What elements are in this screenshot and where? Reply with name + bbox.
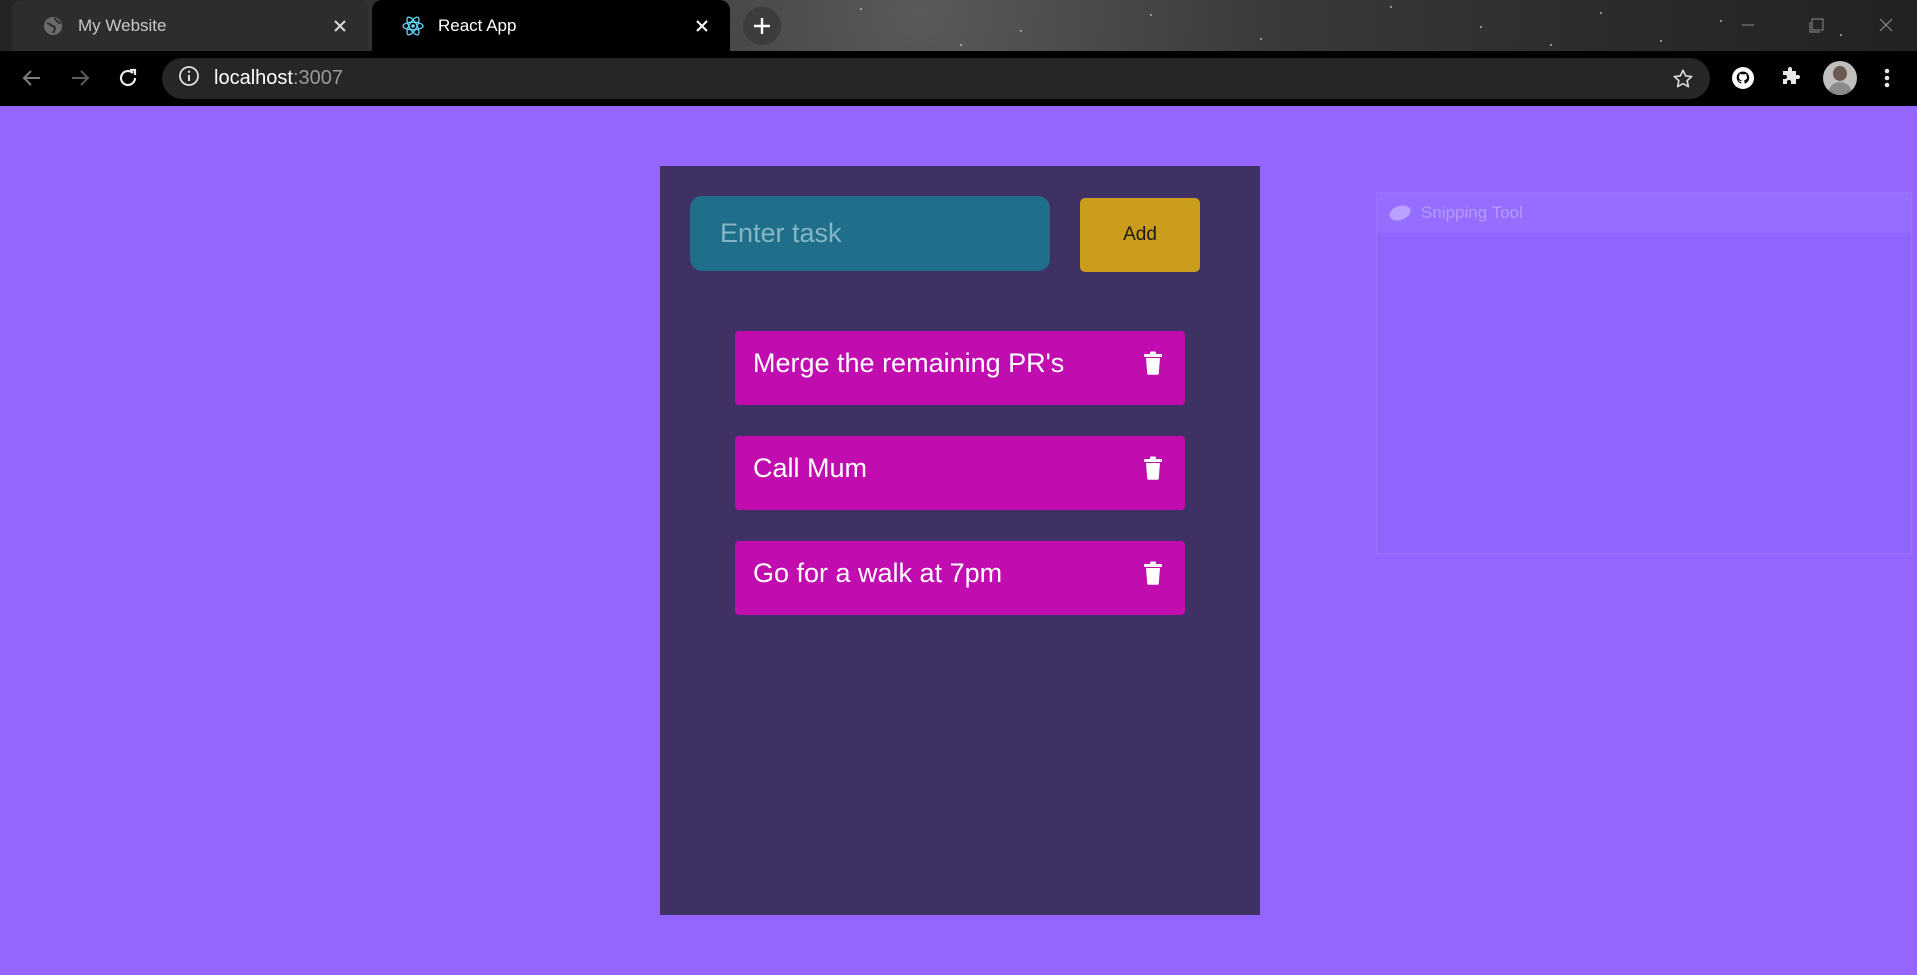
url-host: localhost	[214, 67, 293, 89]
trash-icon[interactable]	[1133, 448, 1173, 488]
todo-app-card: Add Merge the remaining PR's Call Mum Go…	[660, 166, 1260, 915]
extensions-icon[interactable]	[1775, 62, 1807, 94]
task-input[interactable]	[690, 196, 1050, 271]
task-text: Go for a walk at 7pm	[753, 557, 1003, 588]
task-item: Call Mum	[735, 436, 1185, 510]
minimize-icon[interactable]	[1733, 10, 1763, 40]
star-decoration	[1260, 38, 1262, 40]
info-icon[interactable]	[178, 65, 200, 92]
forward-icon[interactable]	[62, 60, 98, 96]
task-item: Merge the remaining PR's	[735, 331, 1185, 405]
plus-icon	[754, 18, 770, 34]
new-tab-button[interactable]	[743, 7, 781, 45]
tab-react-app[interactable]: React App	[372, 0, 730, 51]
star-decoration	[1150, 14, 1152, 16]
task-text: Call Mum	[753, 452, 868, 483]
url-port: :3007	[292, 67, 343, 89]
browser-toolbar: localhost:3007	[0, 51, 1917, 106]
snipping-tool-titlebar: Snipping Tool	[1377, 193, 1911, 233]
star-decoration	[1020, 30, 1022, 32]
trash-icon[interactable]	[1133, 343, 1173, 383]
github-icon[interactable]	[1727, 62, 1759, 94]
task-text: Merge the remaining PR's	[753, 347, 1065, 378]
address-bar[interactable]: localhost:3007	[162, 58, 1710, 99]
star-decoration	[1840, 34, 1842, 36]
tab-title: My Website	[78, 15, 167, 35]
star-decoration	[1720, 20, 1722, 22]
star-decoration	[1480, 26, 1482, 28]
star-decoration	[960, 44, 962, 46]
close-icon[interactable]	[330, 16, 350, 36]
bookmark-star-icon[interactable]	[1670, 66, 1696, 92]
add-task-button[interactable]: Add	[1080, 198, 1200, 272]
tab-my-website[interactable]: My Website	[12, 0, 368, 51]
snipping-tool-window: Snipping Tool	[1376, 192, 1912, 554]
avatar-head	[1833, 66, 1847, 81]
tab-title: React App	[438, 15, 517, 35]
star-decoration	[1390, 6, 1392, 8]
browser-tab-strip: My Website React App	[0, 0, 1917, 51]
back-icon[interactable]	[14, 60, 50, 96]
avatar-body	[1828, 82, 1852, 95]
snipping-tool-icon	[1387, 202, 1413, 224]
task-item: Go for a walk at 7pm	[735, 541, 1185, 615]
menu-icon[interactable]	[1871, 62, 1903, 94]
star-decoration	[1600, 12, 1602, 14]
avatar[interactable]	[1823, 61, 1857, 95]
star-decoration	[860, 8, 862, 10]
maximize-icon[interactable]	[1802, 10, 1832, 40]
trash-icon[interactable]	[1133, 553, 1173, 593]
star-decoration	[1660, 40, 1662, 42]
star-decoration	[1550, 44, 1552, 46]
close-icon[interactable]	[692, 16, 712, 36]
globe-icon	[42, 15, 64, 37]
react-icon	[402, 15, 424, 37]
reload-icon[interactable]	[110, 60, 146, 96]
close-window-icon[interactable]	[1871, 10, 1901, 40]
snipping-tool-title: Snipping Tool	[1421, 203, 1523, 222]
